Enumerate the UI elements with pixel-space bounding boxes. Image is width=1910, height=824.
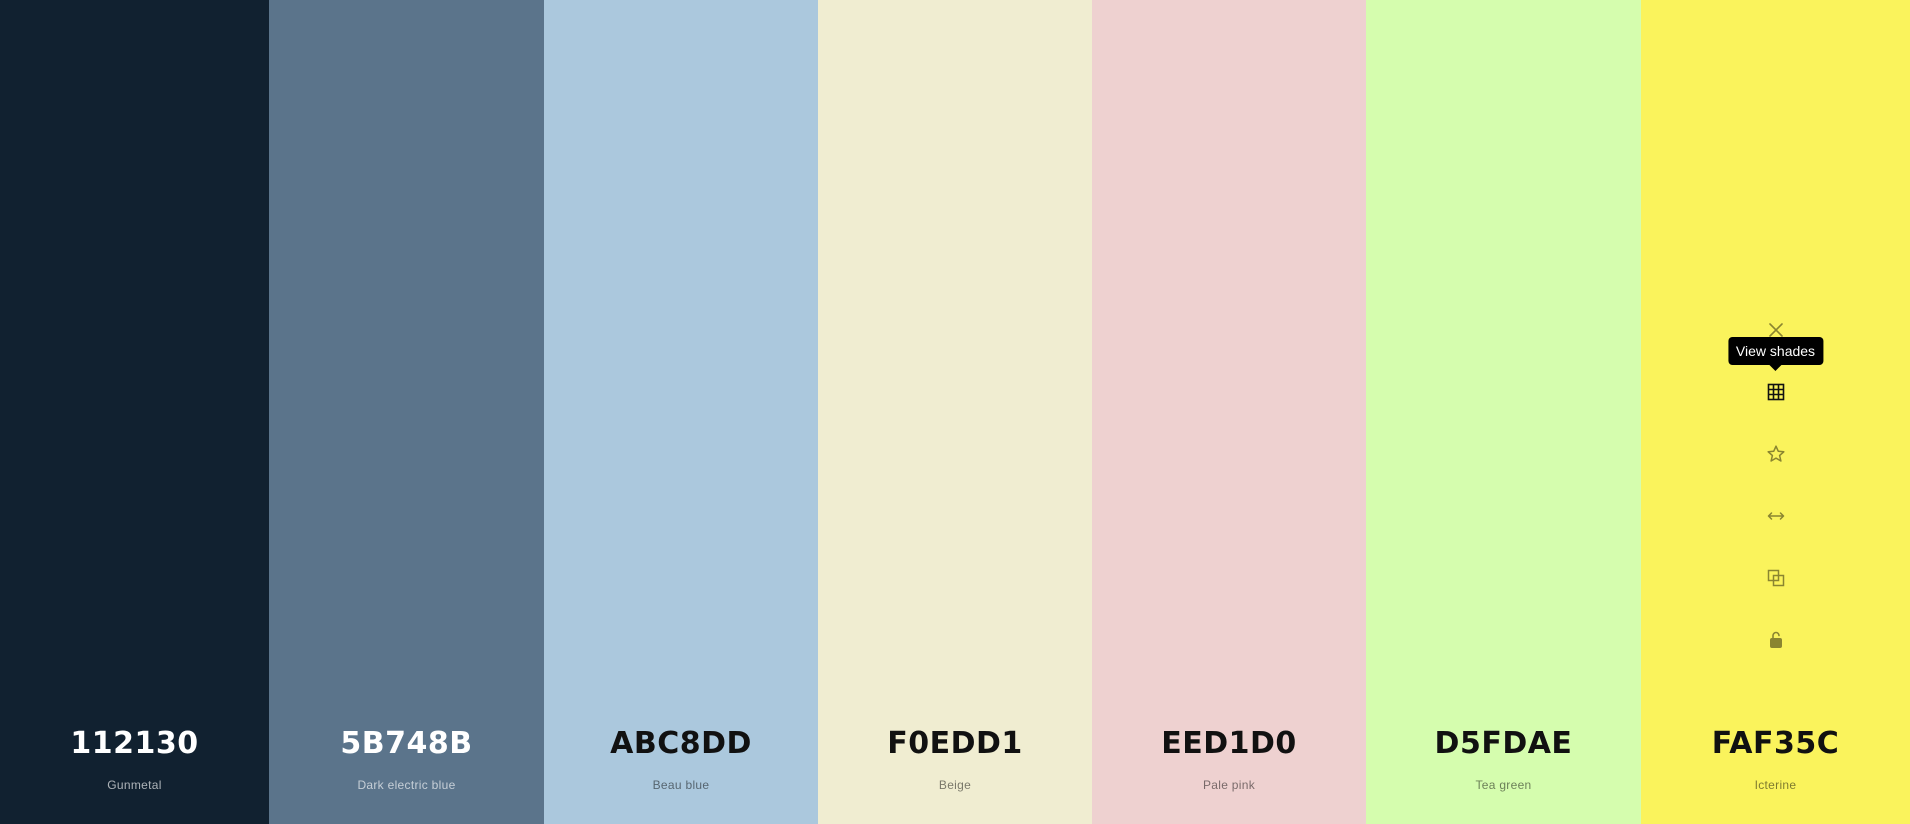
color-name[interactable]: Beau blue (544, 778, 818, 792)
swatch-info: ABC8DD Beau blue (544, 726, 818, 792)
save-color-button[interactable] (1756, 434, 1796, 474)
grid-icon (1767, 383, 1784, 401)
swatch-info: F0EDD1 Beige (818, 726, 1092, 792)
color-name[interactable]: Icterine (1641, 778, 1910, 792)
color-hex[interactable]: D5FDAE (1366, 726, 1641, 762)
view-shades-button[interactable] (1756, 372, 1796, 412)
color-hex[interactable]: EED1D0 (1092, 726, 1366, 762)
swatch-tea-green[interactable]: D5FDAE Tea green (1366, 0, 1641, 824)
swatch-info: FAF35C Icterine (1641, 726, 1910, 792)
color-name[interactable]: Dark electric blue (269, 778, 544, 792)
unlock-icon (1769, 631, 1782, 648)
star-icon (1766, 445, 1785, 462)
swatch-info: 5B748B Dark electric blue (269, 726, 544, 792)
color-name[interactable]: Pale pink (1092, 778, 1366, 792)
swatch-info: EED1D0 Pale pink (1092, 726, 1366, 792)
swatch-beau-blue[interactable]: ABC8DD Beau blue (544, 0, 818, 824)
copy-color-button[interactable] (1756, 558, 1796, 598)
color-hex[interactable]: ABC8DD (544, 726, 818, 762)
color-hex[interactable]: FAF35C (1641, 726, 1910, 762)
swatch-beige[interactable]: F0EDD1 Beige (818, 0, 1092, 824)
swatch-icterine[interactable]: View shades FAF35C Icterine (1641, 0, 1910, 824)
color-name[interactable]: Tea green (1366, 778, 1641, 792)
drag-button[interactable] (1756, 496, 1796, 536)
color-name[interactable]: Gunmetal (0, 778, 269, 792)
color-hex[interactable]: 5B748B (269, 726, 544, 762)
swatch-info: D5FDAE Tea green (1366, 726, 1641, 792)
color-hex[interactable]: 112130 (0, 726, 269, 762)
swatch-pale-pink[interactable]: EED1D0 Pale pink (1092, 0, 1366, 824)
color-palette: 112130 Gunmetal 5B748B Dark electric blu… (0, 0, 1910, 824)
swatch-info: 112130 Gunmetal (0, 726, 269, 792)
lock-color-button[interactable] (1756, 620, 1796, 660)
swatch-dark-electric-blue[interactable]: 5B748B Dark electric blue (269, 0, 544, 824)
color-name[interactable]: Beige (818, 778, 1092, 792)
copy-icon (1767, 569, 1784, 587)
tooltip: View shades (1727, 337, 1824, 365)
arrows-horizontal-icon (1767, 512, 1784, 520)
color-hex[interactable]: F0EDD1 (818, 726, 1092, 762)
swatch-gunmetal[interactable]: 112130 Gunmetal (0, 0, 269, 824)
